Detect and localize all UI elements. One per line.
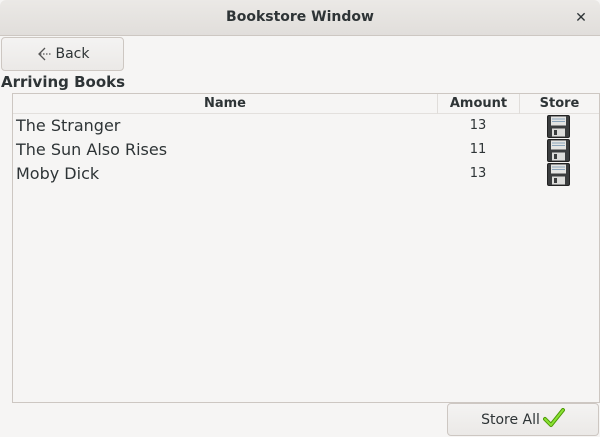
column-header-amount[interactable]: Amount xyxy=(437,94,519,114)
close-button[interactable]: ✕ xyxy=(570,7,592,29)
table-row[interactable]: The Stranger 13 xyxy=(13,115,599,139)
book-amount: 11 xyxy=(469,142,487,157)
table-header: Name Amount Store xyxy=(13,94,599,114)
window-title: Bookstore Window xyxy=(226,9,374,25)
title-bar: Bookstore Window ✕ xyxy=(0,0,600,36)
checkmark-icon xyxy=(542,407,565,432)
close-icon: ✕ xyxy=(575,10,587,26)
floppy-disk-icon[interactable] xyxy=(547,163,570,186)
book-name: Moby Dick xyxy=(16,164,100,183)
back-button[interactable]: Back xyxy=(1,37,124,71)
books-table[interactable]: Name Amount Store The Stranger 13 The Su… xyxy=(12,93,600,403)
book-amount: 13 xyxy=(469,166,487,181)
table-row[interactable]: Moby Dick 13 xyxy=(13,163,599,187)
book-name: The Sun Also Rises xyxy=(16,140,168,159)
back-arrow-icon xyxy=(36,45,54,63)
floppy-disk-icon[interactable] xyxy=(547,139,570,162)
store-all-button[interactable]: Store All xyxy=(447,403,599,436)
table-row[interactable]: The Sun Also Rises 11 xyxy=(13,139,599,163)
section-title: Arriving Books xyxy=(1,73,126,91)
store-all-label: Store All xyxy=(481,411,540,428)
back-button-label: Back xyxy=(55,46,90,62)
column-header-name[interactable]: Name xyxy=(13,94,437,114)
column-header-store[interactable]: Store xyxy=(519,94,599,114)
book-name: The Stranger xyxy=(16,116,121,135)
floppy-disk-icon[interactable] xyxy=(547,115,570,138)
book-amount: 13 xyxy=(469,118,487,133)
